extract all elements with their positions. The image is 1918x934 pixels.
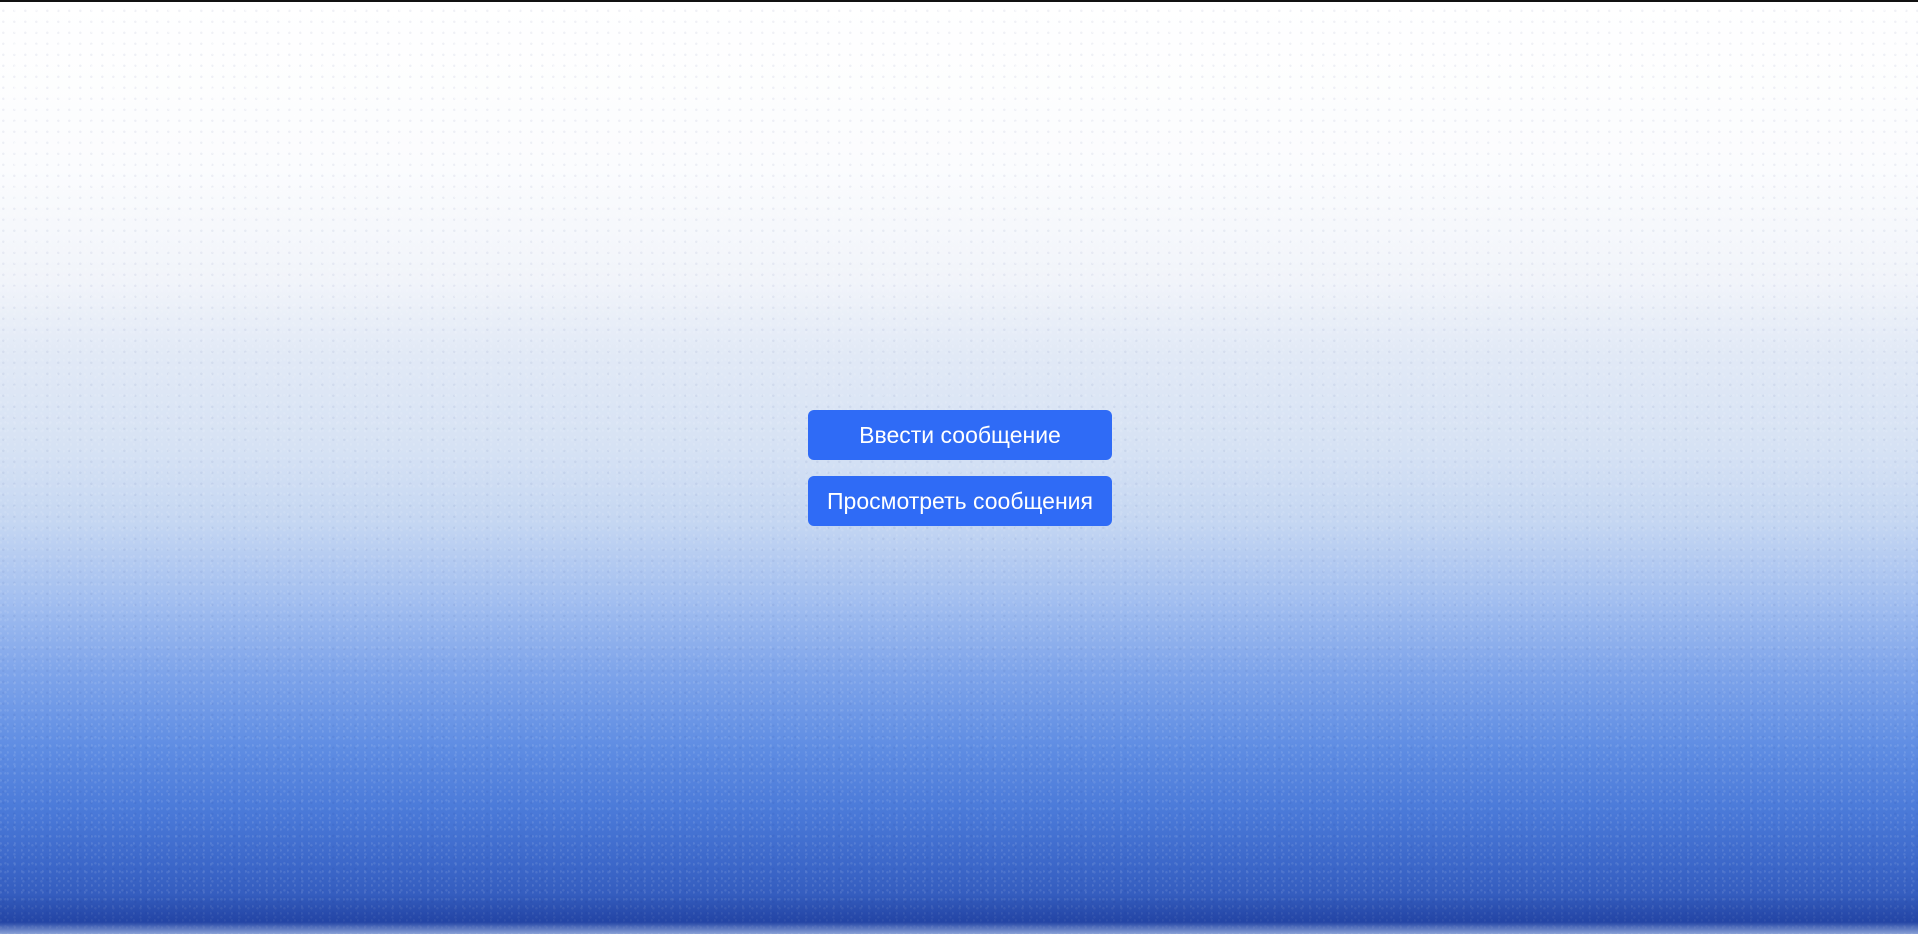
enter-message-button[interactable]: Ввести сообщение [808,410,1112,460]
bottom-fade [0,894,1918,934]
view-messages-button[interactable]: Просмотреть сообщения [808,476,1112,526]
action-buttons: Ввести сообщение Просмотреть сообщения [808,410,1112,526]
